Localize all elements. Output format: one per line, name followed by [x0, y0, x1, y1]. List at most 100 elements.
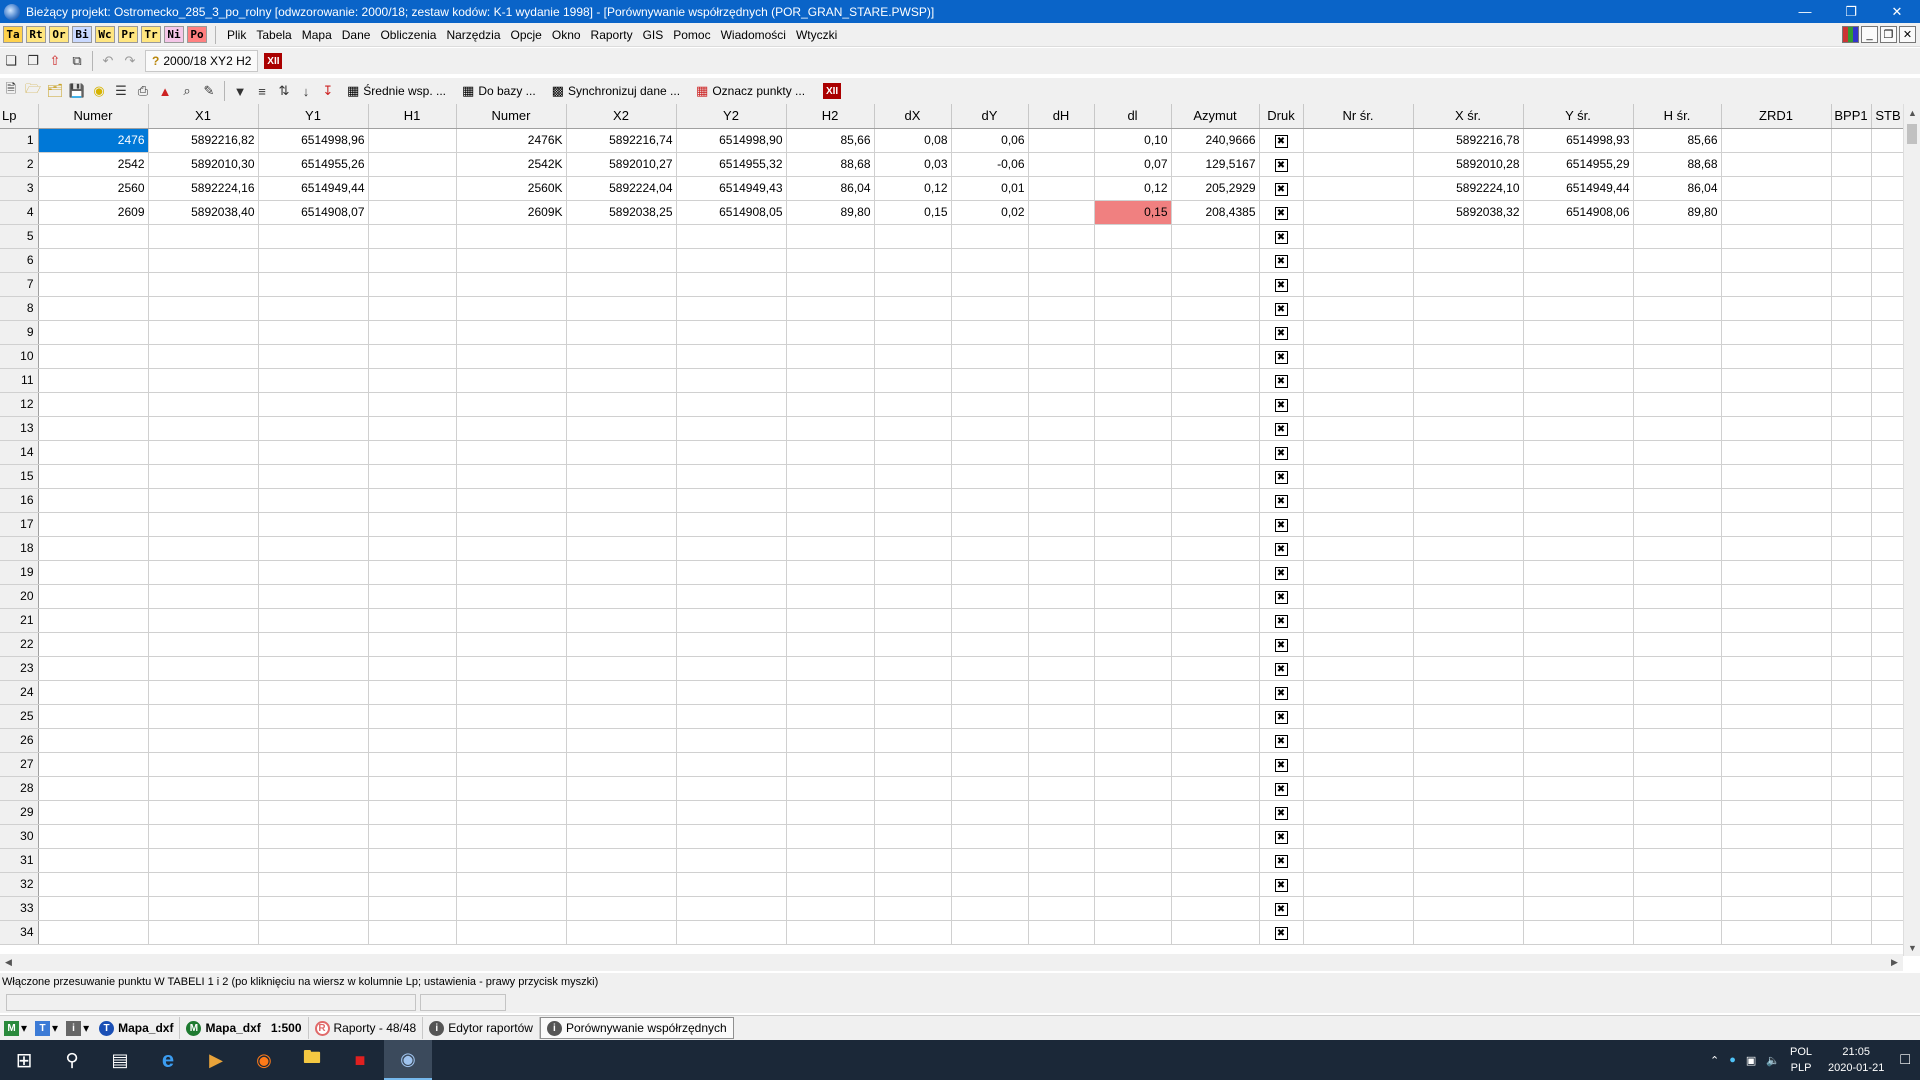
table-cell[interactable]	[951, 440, 1029, 465]
table-cell[interactable]	[1413, 320, 1524, 345]
table-cell[interactable]	[38, 272, 149, 297]
row-number[interactable]: 20	[0, 584, 39, 609]
table-cell[interactable]	[951, 392, 1029, 417]
table-cell[interactable]	[1721, 320, 1832, 345]
table-cell[interactable]	[1094, 704, 1172, 729]
table-cell[interactable]: 2542K	[456, 152, 567, 177]
table-cell[interactable]	[951, 920, 1029, 945]
table-cell[interactable]	[676, 776, 787, 801]
checkbox-checked-icon[interactable]: ✖	[1274, 518, 1288, 532]
table-cell[interactable]	[148, 608, 259, 633]
table-cell[interactable]	[1871, 776, 1906, 801]
table-cell[interactable]: 2542	[38, 152, 149, 177]
table-cell[interactable]	[38, 896, 149, 921]
acrobat-icon[interactable]: ■	[336, 1040, 384, 1080]
table-cell[interactable]	[258, 416, 369, 441]
print-checkbox[interactable]: ✖	[1259, 248, 1304, 273]
table-cell[interactable]	[786, 632, 875, 657]
row-number[interactable]: 13	[0, 416, 39, 441]
table-cell[interactable]	[1171, 680, 1260, 705]
table-cell[interactable]	[1871, 800, 1906, 825]
table-cell[interactable]	[1094, 296, 1172, 321]
table-cell[interactable]	[1721, 704, 1832, 729]
table-cell[interactable]	[1094, 824, 1172, 849]
table-cell[interactable]	[566, 824, 677, 849]
table-cell[interactable]	[1523, 800, 1634, 825]
row-number[interactable]: 23	[0, 656, 39, 681]
row-number[interactable]: 16	[0, 488, 39, 513]
table-cell[interactable]	[1303, 656, 1414, 681]
print-checkbox[interactable]: ✖	[1259, 176, 1304, 201]
xml-export-icon[interactable]: XII	[823, 83, 842, 99]
table-cell[interactable]	[676, 872, 787, 897]
table-cell[interactable]	[1523, 536, 1634, 561]
table-cell[interactable]	[1094, 392, 1172, 417]
table-cell[interactable]	[1871, 560, 1906, 585]
table-cell[interactable]: 89,80	[786, 200, 875, 225]
table-cell[interactable]	[566, 512, 677, 537]
table-cell[interactable]: 6514908,06	[1523, 200, 1634, 225]
print-checkbox[interactable]: ✖	[1259, 536, 1304, 561]
table-cell[interactable]	[786, 416, 875, 441]
table-cell[interactable]	[874, 488, 952, 513]
table-cell[interactable]	[874, 680, 952, 705]
table-cell[interactable]	[456, 728, 567, 753]
table-cell[interactable]: 2609	[38, 200, 149, 225]
mdi-minimize-icon[interactable]: _	[1861, 26, 1878, 43]
table-cell[interactable]	[786, 584, 875, 609]
table-cell[interactable]	[1831, 152, 1872, 177]
file-explorer-icon[interactable]: 🖿	[288, 1040, 336, 1080]
table-cell[interactable]	[874, 704, 952, 729]
table-cell[interactable]	[38, 224, 149, 249]
table-cell[interactable]	[258, 872, 369, 897]
table-cell[interactable]: 5892010,30	[148, 152, 259, 177]
menu-item[interactable]: Tabela	[251, 28, 296, 42]
table-cell[interactable]	[456, 656, 567, 681]
table-cell[interactable]	[951, 632, 1029, 657]
clock[interactable]: 21:05 2020-01-21	[1828, 1044, 1884, 1076]
table-cell[interactable]	[951, 248, 1029, 273]
table-cell[interactable]	[874, 752, 952, 777]
table-cell[interactable]	[874, 344, 952, 369]
table-cell[interactable]	[1171, 464, 1260, 489]
table-cell[interactable]	[874, 512, 952, 537]
table-cell[interactable]	[1871, 632, 1906, 657]
table-cell[interactable]	[951, 320, 1029, 345]
checkbox-checked-icon[interactable]: ✖	[1274, 350, 1288, 364]
checkbox-checked-icon[interactable]: ✖	[1274, 422, 1288, 436]
table-cell[interactable]	[1171, 536, 1260, 561]
table-cell[interactable]: 0,07	[1094, 152, 1172, 177]
table-cell[interactable]	[1303, 464, 1414, 489]
table-cell[interactable]	[1413, 824, 1524, 849]
table-cell[interactable]	[1303, 752, 1414, 777]
table-cell[interactable]	[1523, 656, 1634, 681]
table-cell[interactable]	[1633, 776, 1722, 801]
column-header[interactable]: dY	[951, 104, 1029, 129]
table-cell[interactable]	[1633, 512, 1722, 537]
table-cell[interactable]	[258, 488, 369, 513]
table-cell[interactable]	[456, 896, 567, 921]
row-number[interactable]: 21	[0, 608, 39, 633]
table-cell[interactable]: 6514955,32	[676, 152, 787, 177]
table-cell[interactable]	[786, 344, 875, 369]
open-folder-icon[interactable]: 🗁	[22, 80, 44, 102]
table-cell[interactable]	[1171, 560, 1260, 585]
table-cell[interactable]	[1831, 896, 1872, 921]
column-header[interactable]: Y1	[258, 104, 369, 129]
table-cell[interactable]: 86,04	[1633, 176, 1722, 201]
table-cell[interactable]	[1028, 752, 1095, 777]
module-button[interactable]: Tr	[141, 26, 161, 43]
table-cell[interactable]	[786, 224, 875, 249]
table-cell[interactable]	[1721, 584, 1832, 609]
checkbox-checked-icon[interactable]: ✖	[1274, 542, 1288, 556]
to-database-button[interactable]: ▦ Do bazy ...	[454, 80, 544, 102]
table-cell[interactable]	[1831, 224, 1872, 249]
table-row[interactable]: 7 ✖	[0, 272, 1906, 297]
table-cell[interactable]	[1028, 176, 1095, 201]
table-cell[interactable]	[38, 248, 149, 273]
table-cell[interactable]	[148, 920, 259, 945]
table-cell[interactable]	[258, 608, 369, 633]
table-cell[interactable]: 0,08	[874, 128, 952, 153]
checkbox-checked-icon[interactable]: ✖	[1274, 254, 1288, 268]
table-cell[interactable]	[1028, 824, 1095, 849]
